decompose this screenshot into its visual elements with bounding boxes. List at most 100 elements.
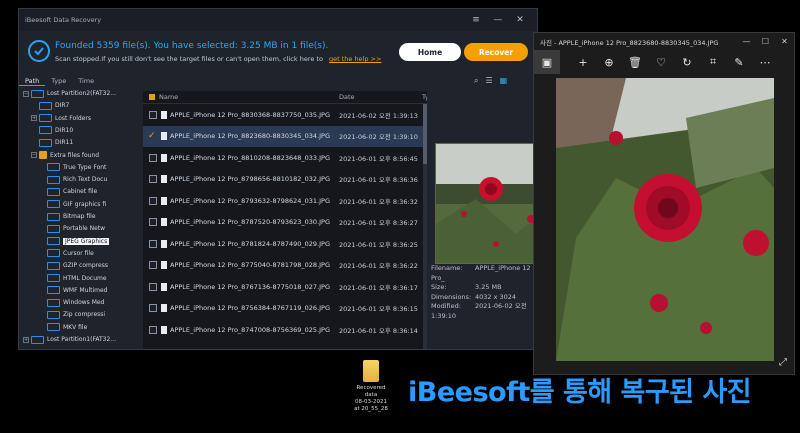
tree-node[interactable]: Zip compressi <box>47 309 105 320</box>
tree-node[interactable]: GIF graphics fi <box>47 199 106 210</box>
column-date[interactable]: Date <box>339 93 355 101</box>
metadata-row: Modified: 2021-06-02 오전 1:39:10 <box>431 302 537 321</box>
tree-node[interactable]: Bitmap file <box>47 211 96 222</box>
tree-node[interactable]: Rich Text Docu <box>47 174 107 185</box>
file-row[interactable]: APPLE_iPhone 12 Pro_8767136-8775018_027.… <box>143 276 427 297</box>
file-date: 2021-06-02 오전 1:39:13 <box>339 111 418 120</box>
image-icon[interactable]: ▣ <box>534 50 560 74</box>
tree-node-label: True Type Font <box>63 163 107 171</box>
tree-node[interactable]: MKV file <box>47 322 87 333</box>
folder-icon <box>47 310 60 319</box>
file-icon <box>161 325 167 334</box>
tab-path[interactable]: Path <box>19 77 46 86</box>
metadata-value: 4032 x 3024 <box>475 292 517 301</box>
help-link[interactable]: get the help >> <box>329 55 381 63</box>
file-name: APPLE_iPhone 12 Pro_8830368-8837750_035.… <box>170 110 331 119</box>
tree-node[interactable]: + Lost Partition1(FAT32... <box>23 334 116 345</box>
collapse-icon[interactable]: − <box>23 90 29 97</box>
folder-icon <box>47 187 60 196</box>
row-checkbox[interactable] <box>149 261 157 269</box>
file-row[interactable]: APPLE_iPhone 12 Pro_8747008-8756369_025.… <box>143 319 427 340</box>
file-row[interactable]: ✓ APPLE_iPhone 12 Pro_8823680-8830345_034… <box>143 125 427 147</box>
tree-node[interactable]: JPEG Graphics <box>47 236 110 247</box>
minimize-icon[interactable]: — <box>737 37 756 46</box>
column-type[interactable]: Ty <box>422 93 427 101</box>
tree-node-label: Windows Med <box>63 299 105 307</box>
tree-node-label: WMF Multimed <box>63 286 108 294</box>
file-row[interactable]: APPLE_iPhone 12 Pro_8787520-8793623_030.… <box>143 212 427 233</box>
desktop-folder[interactable]: Recovered data 08-03-2021 at 20_55_28 <box>348 360 394 413</box>
tree-node[interactable]: Cursor file <box>47 248 94 259</box>
menu-icon[interactable]: ≡ <box>465 15 487 25</box>
file-row[interactable]: APPLE_iPhone 12 Pro_8793632-8798624_031.… <box>143 190 427 211</box>
tree-node[interactable]: GZIP compress <box>47 260 108 271</box>
search-icon[interactable]: ⌕ <box>474 76 478 86</box>
row-checkbox[interactable] <box>149 153 157 162</box>
tree-node[interactable]: WMF Multimed <box>47 285 107 296</box>
file-name: APPLE_iPhone 12 Pro_8775040-8781798_028.… <box>170 261 331 269</box>
file-row[interactable]: APPLE_iPhone 12 Pro_8781824-8787490_029.… <box>143 233 427 254</box>
delete-icon[interactable]: 🗑 <box>622 50 648 74</box>
tab-time[interactable]: Time <box>72 77 100 85</box>
tree-node[interactable]: Portable Netw <box>47 223 105 234</box>
home-button[interactable]: Home <box>399 43 461 61</box>
file-date: 2021-06-01 오후 8:36:17 <box>339 283 418 292</box>
zoom-icon[interactable]: ⊕ <box>596 50 622 74</box>
minimize-icon[interactable]: — <box>487 15 509 25</box>
file-row[interactable]: APPLE_iPhone 12 Pro_8798656-8810182_032.… <box>143 169 427 190</box>
list-view-icon[interactable]: ☰ <box>485 76 492 86</box>
collapse-icon[interactable]: − <box>31 152 37 158</box>
tree-node[interactable]: Windows Med <box>47 297 104 308</box>
tree-node[interactable]: + Lost Folders <box>31 113 91 124</box>
rotate-icon[interactable]: ↻ <box>674 50 700 74</box>
file-icon <box>161 196 167 205</box>
tree-node[interactable]: DIR7 <box>39 100 69 111</box>
folder-icon <box>39 151 47 159</box>
row-checkbox[interactable] <box>149 175 157 183</box>
file-row[interactable]: APPLE_iPhone 12 Pro_8810208-8823648_033.… <box>143 147 427 168</box>
file-row[interactable]: APPLE_iPhone 12 Pro_8756384-8767119_026.… <box>143 298 427 319</box>
folder-icon <box>47 163 60 172</box>
checked-icon[interactable]: ✓ <box>148 131 156 141</box>
recover-button[interactable]: Recover <box>464 43 528 61</box>
row-checkbox[interactable] <box>149 239 157 248</box>
tab-type[interactable]: Type <box>45 77 72 85</box>
expand-icon[interactable]: + <box>31 115 37 122</box>
expand-icon[interactable]: ⤢ <box>779 357 787 368</box>
file-date: 2021-06-02 오전 1:39:10 <box>339 133 418 141</box>
file-name: APPLE_iPhone 12 Pro_8798656-8810182_032.… <box>170 175 331 183</box>
close-icon[interactable]: ✕ <box>509 15 531 25</box>
tree-node-label: Lost Partition1(FAT32... <box>47 336 117 343</box>
photo-view <box>556 78 774 361</box>
row-checkbox[interactable] <box>149 325 157 334</box>
crop-icon[interactable]: ⌗ <box>700 50 726 74</box>
more-icon[interactable]: ⋯ <box>752 50 778 74</box>
column-name[interactable]: Name <box>159 93 178 101</box>
row-checkbox[interactable] <box>149 110 157 119</box>
close-icon[interactable]: ✕ <box>775 37 794 46</box>
file-row[interactable]: APPLE_iPhone 12 Pro_8775040-8781798_028.… <box>143 255 427 276</box>
tree-node[interactable]: DIR10 <box>39 125 73 136</box>
maximize-icon[interactable]: ☐ <box>756 37 775 46</box>
expand-icon[interactable]: + <box>23 336 29 343</box>
file-list-scrollbar[interactable] <box>423 104 427 349</box>
tree-node[interactable]: True Type Font <box>47 162 106 173</box>
heart-icon[interactable]: ♡ <box>648 50 674 74</box>
select-all-checkbox[interactable] <box>149 94 155 100</box>
row-checkbox[interactable] <box>149 304 157 312</box>
row-checkbox[interactable] <box>149 282 157 291</box>
file-date: 2021-06-01 오후 8:36:36 <box>339 176 418 184</box>
file-row[interactable]: APPLE_iPhone 12 Pro_8830368-8837750_035.… <box>143 104 427 125</box>
tree-node[interactable]: − Extra files found <box>31 150 99 161</box>
tree-node[interactable]: DIR11 <box>39 137 73 148</box>
row-checkbox[interactable] <box>149 218 157 226</box>
tree-node[interactable]: − Lost Partition2(FAT32... <box>23 88 116 99</box>
grid-view-icon[interactable]: ▦ <box>500 76 508 86</box>
edit-icon[interactable]: ✎ <box>726 50 752 74</box>
ibeesoft-window: iBeesoft Data Recovery ≡ — ✕ Founded 535… <box>18 8 538 350</box>
folder-label-line: 08-03-2021 <box>355 399 387 405</box>
plus-icon[interactable]: + <box>570 50 596 74</box>
tree-node[interactable]: HTML Docume <box>47 273 107 284</box>
row-checkbox[interactable] <box>149 196 157 205</box>
tree-node[interactable]: Cabinet file <box>47 186 97 197</box>
